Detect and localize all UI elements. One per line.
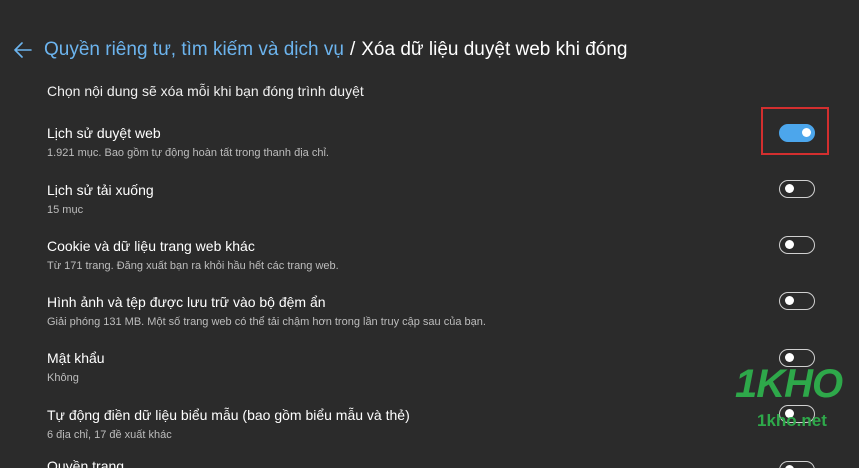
setting-subtitle: 1.921 mục. Bao gồm tự động hoàn tất tron… xyxy=(47,147,329,159)
highlight-box xyxy=(761,107,829,155)
setting-row-passwords: Mật khẩu Không xyxy=(47,350,827,400)
page-title: Xóa dữ liệu duyệt web khi đóng xyxy=(361,39,628,60)
setting-subtitle: Giải phóng 131 MB. Một số trang web có t… xyxy=(47,316,486,328)
arrow-left-icon xyxy=(14,42,32,58)
toggle-cookies[interactable] xyxy=(779,236,815,254)
toggle-download-history[interactable] xyxy=(779,180,815,198)
watermark-logo-text: 1KHO xyxy=(735,362,843,406)
setting-subtitle: 6 địa chỉ, 17 đề xuất khác xyxy=(47,429,172,441)
back-button[interactable] xyxy=(14,36,44,64)
toggle-knob xyxy=(785,296,794,305)
toggle-cached-images[interactable] xyxy=(779,292,815,310)
setting-subtitle: Từ 171 trang. Đăng xuất bạn ra khỏi hầu … xyxy=(47,260,339,272)
toggle-knob xyxy=(785,240,794,249)
setting-row-autofill: Tự động điền dữ liệu biểu mẫu (bao gồm b… xyxy=(47,407,827,457)
setting-title: Hình ảnh và tệp được lưu trữ vào bộ đệm … xyxy=(47,294,326,310)
setting-title: Lịch sử duyệt web xyxy=(47,125,161,141)
breadcrumb: Quyền riêng tư, tìm kiếm và dịch vụ / Xó… xyxy=(14,36,627,64)
setting-subtitle: 15 mục xyxy=(47,204,84,216)
breadcrumb-parent-link[interactable]: Quyền riêng tư, tìm kiếm và dịch vụ xyxy=(44,39,344,61)
setting-row-cached-images: Hình ảnh và tệp được lưu trữ vào bộ đệm … xyxy=(47,294,827,344)
watermark-logo: 1KHO 1kho.net xyxy=(735,362,855,434)
page-description: Chọn nội dung sẽ xóa mỗi khi bạn đóng tr… xyxy=(47,83,364,99)
watermark-site-text: 1kho.net xyxy=(757,411,827,430)
setting-title: Mật khẩu xyxy=(47,350,105,366)
breadcrumb-separator: / xyxy=(349,39,356,60)
setting-title: Tự động điền dữ liệu biểu mẫu (bao gồm b… xyxy=(47,407,410,423)
toggle-knob xyxy=(785,184,794,193)
toggle-knob xyxy=(785,353,794,362)
setting-subtitle: Không xyxy=(47,372,79,384)
setting-row-download-history: Lịch sử tải xuống 15 mục xyxy=(47,182,827,232)
setting-row-browsing-history: Lịch sử duyệt web 1.921 mục. Bao gồm tự … xyxy=(47,125,827,175)
setting-title: Lịch sử tải xuống xyxy=(47,182,154,198)
setting-row-cookies: Cookie và dữ liệu trang web khác Từ 171 … xyxy=(47,238,827,288)
settings-page: Quyền riêng tư, tìm kiếm và dịch vụ / Xó… xyxy=(0,0,859,468)
setting-title: Cookie và dữ liệu trang web khác xyxy=(47,238,255,254)
setting-title: Quyền trang xyxy=(47,458,125,468)
toggle-site-permissions[interactable] xyxy=(779,461,815,468)
